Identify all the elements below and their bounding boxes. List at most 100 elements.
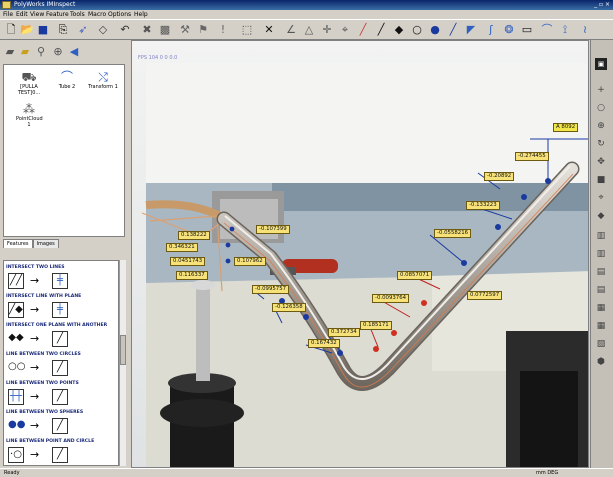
zoom-icon[interactable]: ⊕ <box>51 45 65 59</box>
deviation-label[interactable]: -0.126358 <box>272 303 306 312</box>
deviation-label[interactable]: 0.346321 <box>166 243 198 252</box>
command-row[interactable]: ┼┼ → ╱ <box>8 389 108 406</box>
folder-open-icon[interactable]: ▰ <box>18 45 32 59</box>
deviation-label[interactable]: 0.0772597 <box>467 291 503 300</box>
command-row[interactable]: ·○ → ╱ <box>8 447 108 464</box>
line-icon[interactable]: ╱ <box>374 23 388 37</box>
undo-icon[interactable]: ↶ <box>118 23 132 37</box>
angle-icon[interactable]: ∠ <box>284 23 298 37</box>
snap-icon[interactable]: ⌖ <box>338 23 352 37</box>
deviation-label[interactable]: -0.0093764 <box>372 294 410 303</box>
center-icon[interactable]: ⌖ <box>595 192 607 204</box>
deviation-label[interactable]: -0.0995757 <box>252 285 290 294</box>
deviation-label[interactable]: 0.0857071 <box>397 271 433 280</box>
new-file-icon[interactable]: 🗋 <box>4 23 18 37</box>
command-row[interactable]: ╱◆ → ╪ <box>8 302 108 319</box>
deviation-label[interactable]: -0.274455 <box>515 152 549 161</box>
window-controls[interactable]: _ ▫ × <box>594 1 610 8</box>
tab-images[interactable]: Images <box>32 239 59 248</box>
menu-edit[interactable]: Edit <box>16 11 28 18</box>
point-marker[interactable] <box>521 194 527 200</box>
tube-icon[interactable]: ⌒ <box>540 23 554 37</box>
command-row[interactable]: ◆◆ → ╱ <box>8 331 108 348</box>
point-marker[interactable] <box>495 224 501 230</box>
pin-icon[interactable]: ! <box>216 23 230 37</box>
view-front-icon[interactable]: ▥ <box>595 230 607 242</box>
point-marker[interactable] <box>545 178 551 184</box>
feature-item[interactable]: ⤭ Transform 1 <box>86 71 120 91</box>
sphere-icon[interactable]: ● <box>428 23 442 37</box>
wrench-icon[interactable]: ⚒ <box>178 23 192 37</box>
menu-options[interactable]: Options <box>108 11 131 18</box>
cube-icon[interactable]: ▩ <box>158 23 172 37</box>
point-marker[interactable] <box>225 258 231 264</box>
point-marker[interactable] <box>391 330 397 336</box>
deviation-label[interactable]: -0.133223 <box>466 201 500 210</box>
eraser-icon[interactable]: ◆ <box>595 210 607 222</box>
feature-item[interactable]: ⁂ PointCloud 1 <box>16 103 43 129</box>
circle-icon[interactable]: ○ <box>595 102 607 114</box>
point-marker[interactable] <box>373 346 379 352</box>
save-icon[interactable]: ■ <box>36 23 50 37</box>
feature-item[interactable]: ⌒ Tube 2 <box>54 71 80 91</box>
view-back-icon[interactable]: ▥ <box>595 248 607 260</box>
deviation-label[interactable]: -0.20892 <box>484 172 515 181</box>
command-row[interactable]: ╱╱ → ╪ <box>8 273 108 290</box>
deviation-label[interactable]: 0.138222 <box>178 231 210 240</box>
point-marker[interactable] <box>461 260 467 266</box>
deviation-label[interactable]: 0.116337 <box>176 271 208 280</box>
torus-icon[interactable]: ❂ <box>502 23 516 37</box>
view-iso-icon[interactable]: ▧ <box>595 338 607 350</box>
line-red-icon[interactable]: ╱ <box>356 23 370 37</box>
cone-icon[interactable]: ◤ <box>464 23 478 37</box>
point-marker[interactable] <box>421 300 427 306</box>
open-folder-icon[interactable]: 📂 <box>20 23 34 37</box>
deviation-label[interactable]: 0.185171 <box>360 321 392 330</box>
view-top-icon[interactable]: ▤ <box>595 266 607 278</box>
deviation-label[interactable]: 0.107962 <box>234 257 266 266</box>
zoom-icon[interactable]: ⊕ <box>595 120 607 132</box>
point-marker[interactable] <box>229 226 235 232</box>
point-marker[interactable] <box>303 314 309 320</box>
add-icon[interactable]: + <box>595 84 607 96</box>
deviation-label[interactable]: 0.167432 <box>308 339 340 348</box>
point-cross-icon[interactable]: ✛ <box>320 23 334 37</box>
eraser-icon[interactable]: ◇ <box>96 23 110 37</box>
point-marker[interactable] <box>225 242 231 248</box>
view-bottom-icon[interactable]: ▤ <box>595 284 607 296</box>
scrollbar-thumb[interactable] <box>120 335 126 365</box>
circle-icon[interactable]: ○ <box>410 23 424 37</box>
display-icon[interactable]: ▣ <box>595 58 607 70</box>
plane-icon[interactable]: ◆ <box>392 23 406 37</box>
menu-macro[interactable]: Macro <box>88 11 106 18</box>
deviation-label[interactable]: -0.107399 <box>256 225 290 234</box>
triangle-icon[interactable]: △ <box>302 23 316 37</box>
cylinder-icon[interactable]: ╱ <box>446 23 460 37</box>
filter-icon[interactable]: ⚲ <box>34 45 48 59</box>
pan-icon[interactable]: ✥ <box>595 156 607 168</box>
view-left-icon[interactable]: ▦ <box>595 302 607 314</box>
cross-tool-icon[interactable]: ✕ <box>262 23 276 37</box>
feature-item[interactable]: ⛟ [PULLA TEST]0... <box>16 71 42 97</box>
deviation-label[interactable]: 0.372734 <box>328 328 360 337</box>
command-row[interactable]: ○○ → ╱ <box>8 360 108 377</box>
deviation-label[interactable]: 0.0451743 <box>170 257 206 266</box>
view-right-icon[interactable]: ▦ <box>595 320 607 332</box>
tab-features[interactable]: Features <box>3 239 33 248</box>
command-row[interactable]: ●● → ╱ <box>8 418 108 435</box>
arrow-icon[interactable]: ◀ <box>67 45 81 59</box>
point-marker[interactable] <box>337 350 343 356</box>
menu-help[interactable]: Help <box>134 11 148 18</box>
bend-icon[interactable]: ⟟ <box>558 23 572 37</box>
hammer-icon[interactable]: ⚑ <box>196 23 210 37</box>
cube-view-icon[interactable]: ■ <box>595 174 607 186</box>
folder-icon[interactable]: ▰ <box>3 45 17 59</box>
copy-icon[interactable]: ⎘ <box>56 23 70 37</box>
view-fit-icon[interactable]: ⬢ <box>595 356 607 368</box>
menu-tools[interactable]: Tools <box>70 11 85 18</box>
delete-icon[interactable]: ✖ <box>140 23 154 37</box>
spline-icon[interactable]: ≀ <box>578 23 592 37</box>
curve-icon[interactable]: ʃ <box>484 23 498 37</box>
select-icon[interactable]: ⬚ <box>240 23 254 37</box>
menu-file[interactable]: File <box>3 11 13 18</box>
